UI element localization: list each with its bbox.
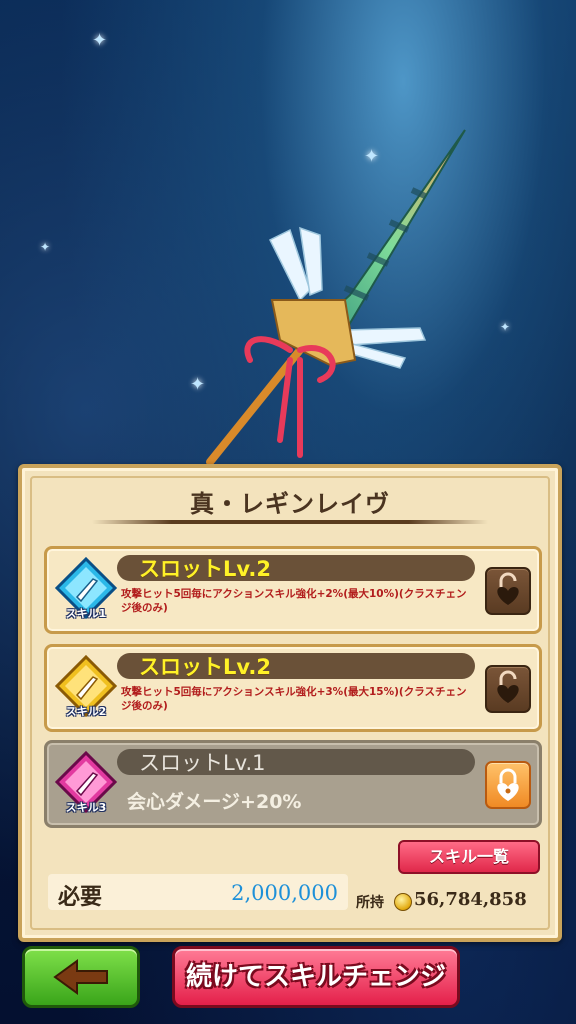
skill-badge-1: スキル1: [53, 556, 119, 623]
skill-slot-row-1[interactable]: スロットLv.2 攻撃ヒット5回毎にアクションスキル強化+2%(最大10%)(ク…: [44, 546, 542, 634]
owned-value: 56,784,858: [414, 889, 527, 910]
skill-description: 会心ダメージ+20%: [127, 791, 302, 813]
owned-label: 所持: [356, 895, 384, 911]
back-button[interactable]: [22, 946, 140, 1008]
skill-lock-toggle-button[interactable]: [485, 567, 531, 615]
left-arrow-icon: [53, 959, 108, 995]
skill-slot-row-2[interactable]: スロットLv.2 攻撃ヒット5回毎にアクションスキル強化+3%(最大15%)(ク…: [44, 644, 542, 732]
cost-box: 必要 2,000,000: [48, 874, 348, 910]
skill-change-panel: 真・レギンレイヴ スロットLv.2 攻撃ヒット5回毎にアクションスキル強化+2%…: [18, 464, 562, 942]
skill-list-button[interactable]: スキル一覧: [398, 840, 540, 874]
skill-badge-2: スキル2: [53, 654, 119, 721]
locked-heart-lock-icon: [497, 768, 519, 801]
skill-description: 攻撃ヒット5回毎にアクションスキル強化+3%(最大15%)(クラスチェンジ後のみ…: [121, 686, 467, 712]
weapon-image: [206, 129, 466, 466]
weapon-name-title: 真・レギンレイヴ: [190, 490, 390, 518]
coin-icon: [394, 893, 412, 911]
skill-lock-toggle-button[interactable]: [485, 665, 531, 713]
continue-skill-change-button[interactable]: 続けてスキルチェンジ: [172, 946, 460, 1008]
skill-slot-level: スロットLv.2: [139, 557, 271, 581]
skill-badge-label: スキル1: [65, 607, 107, 620]
cost-label: 必要: [58, 885, 103, 910]
cost-value: 2,000,000: [231, 881, 338, 905]
skill-slot-row-3[interactable]: スロットLv.1 会心ダメージ+20% スキル3: [44, 740, 542, 828]
skill-badge-label: スキル2: [65, 705, 107, 718]
unlocked-heart-lock-icon: [497, 670, 519, 703]
skill-badge-label: スキル3: [65, 801, 107, 814]
skill-lock-toggle-button[interactable]: [485, 761, 531, 809]
title-divider: [92, 520, 488, 524]
skill-badge-3: スキル3: [53, 750, 119, 817]
skill-slot-level: スロットLv.1: [139, 751, 266, 775]
skill-description: 攻撃ヒット5回毎にアクションスキル強化+2%(最大10%)(クラスチェンジ後のみ…: [121, 588, 467, 614]
skill-slot-level: スロットLv.2: [139, 655, 271, 679]
unlocked-heart-lock-icon: [497, 572, 519, 605]
